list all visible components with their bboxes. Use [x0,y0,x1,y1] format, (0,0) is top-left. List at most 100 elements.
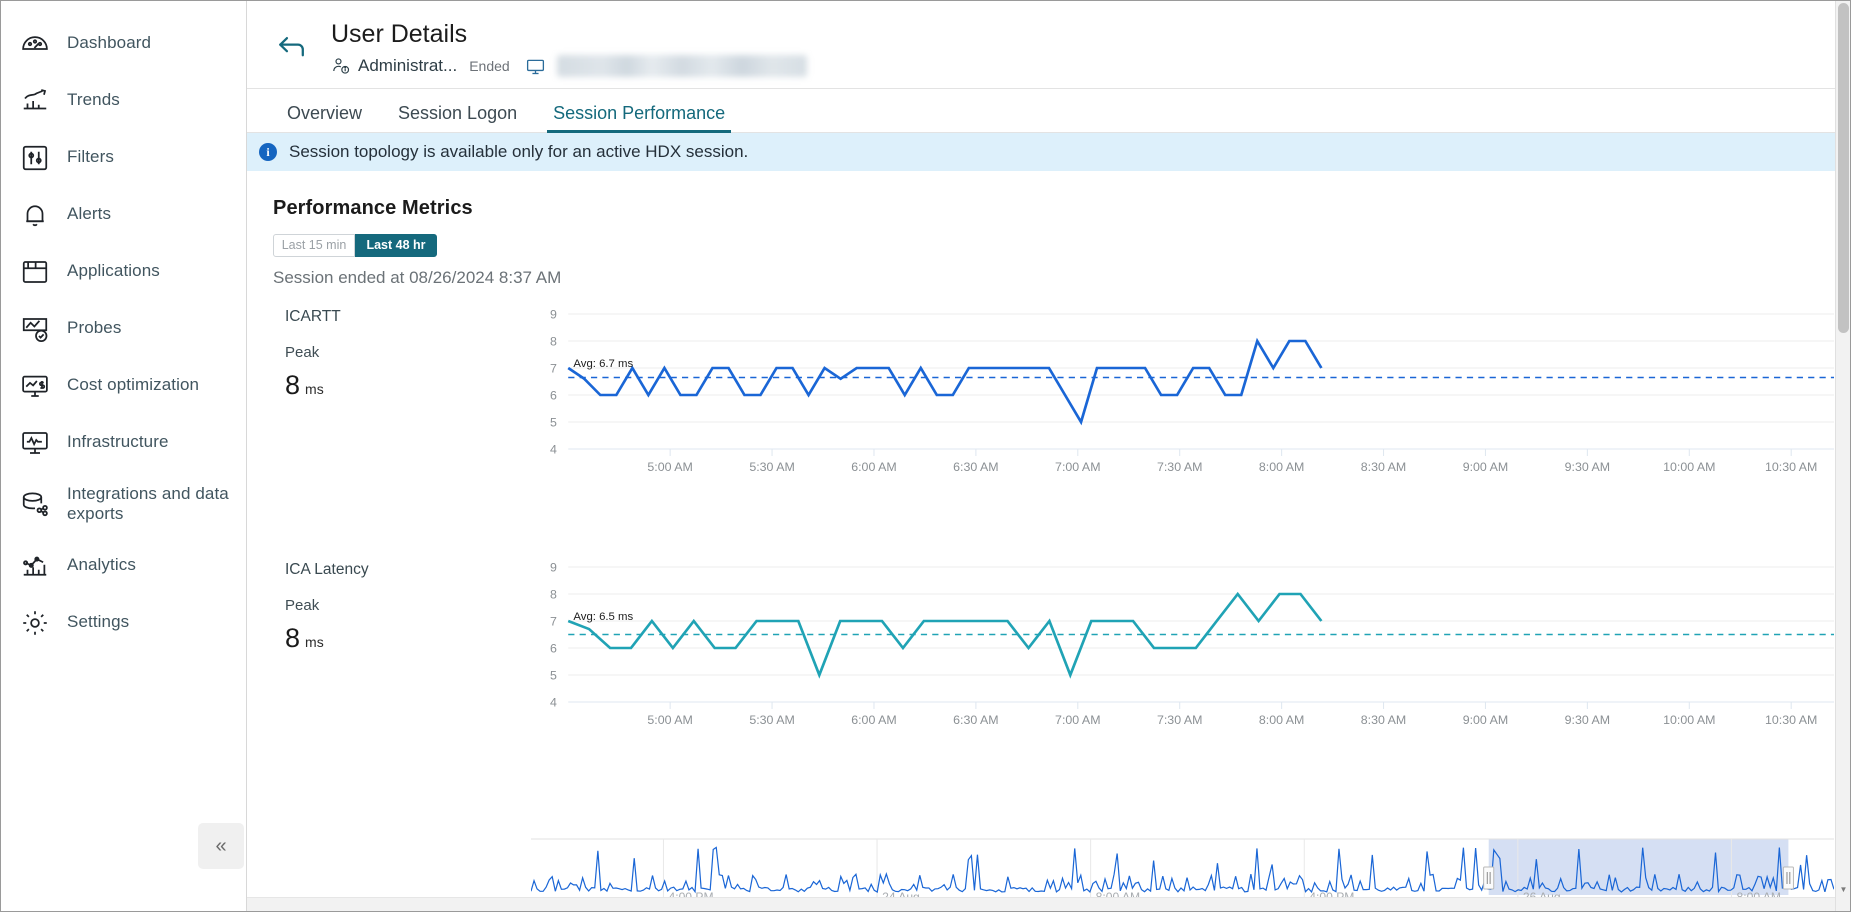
session-ended-text: Session ended at 08/26/2024 8:37 AM [273,268,1850,288]
sidebar-item-alerts[interactable]: Alerts [1,186,246,243]
metric-name: ICA Latency [285,561,515,579]
svg-text:7:00 AM: 7:00 AM [1055,713,1100,727]
info-banner-text: Session topology is available only for a… [289,142,748,162]
svg-text:4: 4 [550,696,557,710]
database-share-icon [19,488,51,520]
page-header: User Details Administrat... Ended [247,1,1850,89]
app-window: Dashboard Trends Filters [0,0,1851,912]
monitor-dollar-icon [19,370,51,402]
svg-text:9:30 AM: 9:30 AM [1565,460,1610,474]
sidebar-item-label: Infrastructure [67,432,169,452]
svg-text:5:00 AM: 5:00 AM [647,460,692,474]
plot-ica-latency[interactable]: 4567895:00 AM5:30 AM6:00 AM6:30 AM7:00 A… [531,555,1834,760]
horizontal-scrollbar[interactable] [247,897,1835,911]
sidebar-collapse-button[interactable]: « [198,823,244,869]
window-icon [19,256,51,288]
metric-peak-label: Peak [285,597,515,614]
svg-text:10:00 AM: 10:00 AM [1663,460,1715,474]
monitor-pulse-icon [19,427,51,459]
sidebar-item-label: Settings [67,612,129,632]
svg-text:8: 8 [550,335,557,349]
status-badge: Ended [469,58,509,74]
back-arrow-icon[interactable] [269,25,315,71]
svg-text:7:00 AM: 7:00 AM [1055,460,1100,474]
tab-bar: Overview Session Logon Session Performan… [247,89,1850,133]
section-title: Performance Metrics [273,197,1850,220]
sidebar-item-label: Cost optimization [67,375,199,395]
sidebar-item-label: Probes [67,318,121,338]
info-banner: i Session topology is available only for… [247,133,1850,171]
metric-peak-unit: ms [305,634,324,650]
sidebar-item-infrastructure[interactable]: Infrastructure [1,414,246,471]
probe-icon [19,313,51,345]
svg-text:6:30 AM: 6:30 AM [953,713,998,727]
metric-peak-value-row: 8 ms [285,623,515,654]
toggle-last-15-min[interactable]: Last 15 min [273,234,355,257]
sidebar-item-analytics[interactable]: Analytics [1,537,246,594]
svg-text:4: 4 [550,443,557,457]
svg-text:9:00 AM: 9:00 AM [1463,713,1508,727]
sidebar-item-probes[interactable]: Probes [1,300,246,357]
plot-icartt[interactable]: 4567895:00 AM5:30 AM6:00 AM6:30 AM7:00 A… [531,302,1834,507]
svg-text:9: 9 [550,561,557,575]
metric-peak-unit: ms [305,381,324,397]
bell-icon [19,199,51,231]
svg-text:7:30 AM: 7:30 AM [1157,713,1202,727]
sidebar-item-trends[interactable]: Trends [1,72,246,129]
page-title: User Details [331,19,807,49]
metric-name: ICARTT [285,308,515,326]
svg-text:7:30 AM: 7:30 AM [1157,460,1202,474]
tab-session-performance[interactable]: Session Performance [535,104,743,132]
svg-text:6:00 AM: 6:00 AM [851,713,896,727]
svg-text:Avg: 6.5 ms: Avg: 6.5 ms [573,611,633,623]
vertical-scroll-thumb[interactable] [1838,3,1849,333]
svg-text:5:30 AM: 5:30 AM [749,460,794,474]
svg-text:6: 6 [550,389,557,403]
metric-peak-label: Peak [285,344,515,361]
sidebar-item-cost-optimization[interactable]: Cost optimization [1,357,246,414]
tab-session-logon[interactable]: Session Logon [380,104,535,132]
svg-text:8:30 AM: 8:30 AM [1361,713,1406,727]
machine-name-redacted [557,55,807,77]
scroll-down-arrow[interactable]: ▼ [1836,882,1851,897]
info-icon: i [259,143,277,161]
sliders-icon [19,142,51,174]
svg-text:Avg: 6.7 ms: Avg: 6.7 ms [573,358,633,370]
svg-text:10:30 AM: 10:30 AM [1765,713,1817,727]
svg-text:10:00 AM: 10:00 AM [1663,713,1715,727]
sidebar-item-label: Filters [67,147,114,167]
vertical-scrollbar[interactable]: ▲ ▼ [1835,1,1850,911]
sidebar-item-settings[interactable]: Settings [1,594,246,651]
session-user-name: Administrat... [358,56,457,76]
sidebar-item-label: Alerts [67,204,111,224]
svg-text:8:00 AM: 8:00 AM [1259,460,1304,474]
svg-text:7: 7 [550,615,557,629]
sidebar: Dashboard Trends Filters [1,1,247,911]
user-info-icon [331,56,351,76]
performance-metrics-section: Performance Metrics Last 15 min Last 48 … [247,171,1850,770]
svg-text:9:00 AM: 9:00 AM [1463,460,1508,474]
sidebar-item-label: Integrations and data exports [67,484,246,524]
toggle-last-48-hr[interactable]: Last 48 hr [355,234,437,257]
trend-bars-icon [19,85,51,117]
main-content: User Details Administrat... Ended [247,1,1850,911]
sidebar-item-integrations-and-data-exports[interactable]: Integrations and data exports [1,471,246,537]
sidebar-item-label: Dashboard [67,33,151,53]
sidebar-item-label: Applications [67,261,160,281]
svg-text:8:00 AM: 8:00 AM [1259,713,1304,727]
chart-block-icartt: ICARTT Peak 8 ms 4567895:00 AM5:30 AM6:0… [273,302,1850,517]
time-range-toggle: Last 15 min Last 48 hr [273,234,437,257]
sidebar-item-dashboard[interactable]: Dashboard [1,15,246,72]
svg-text:5: 5 [550,669,557,683]
metric-peak-value: 8 [285,370,300,401]
chart-block-ica-latency: ICA Latency Peak 8 ms 4567895:00 AM5:30 … [273,555,1850,770]
metric-summary-icartt: ICARTT Peak 8 ms [285,308,515,401]
svg-text:8: 8 [550,588,557,602]
session-subheader: Administrat... Ended [331,55,807,77]
gear-icon [19,607,51,639]
sidebar-item-label: Analytics [67,555,136,575]
analytics-icon [19,550,51,582]
sidebar-item-applications[interactable]: Applications [1,243,246,300]
sidebar-item-filters[interactable]: Filters [1,129,246,186]
tab-overview[interactable]: Overview [269,104,380,132]
